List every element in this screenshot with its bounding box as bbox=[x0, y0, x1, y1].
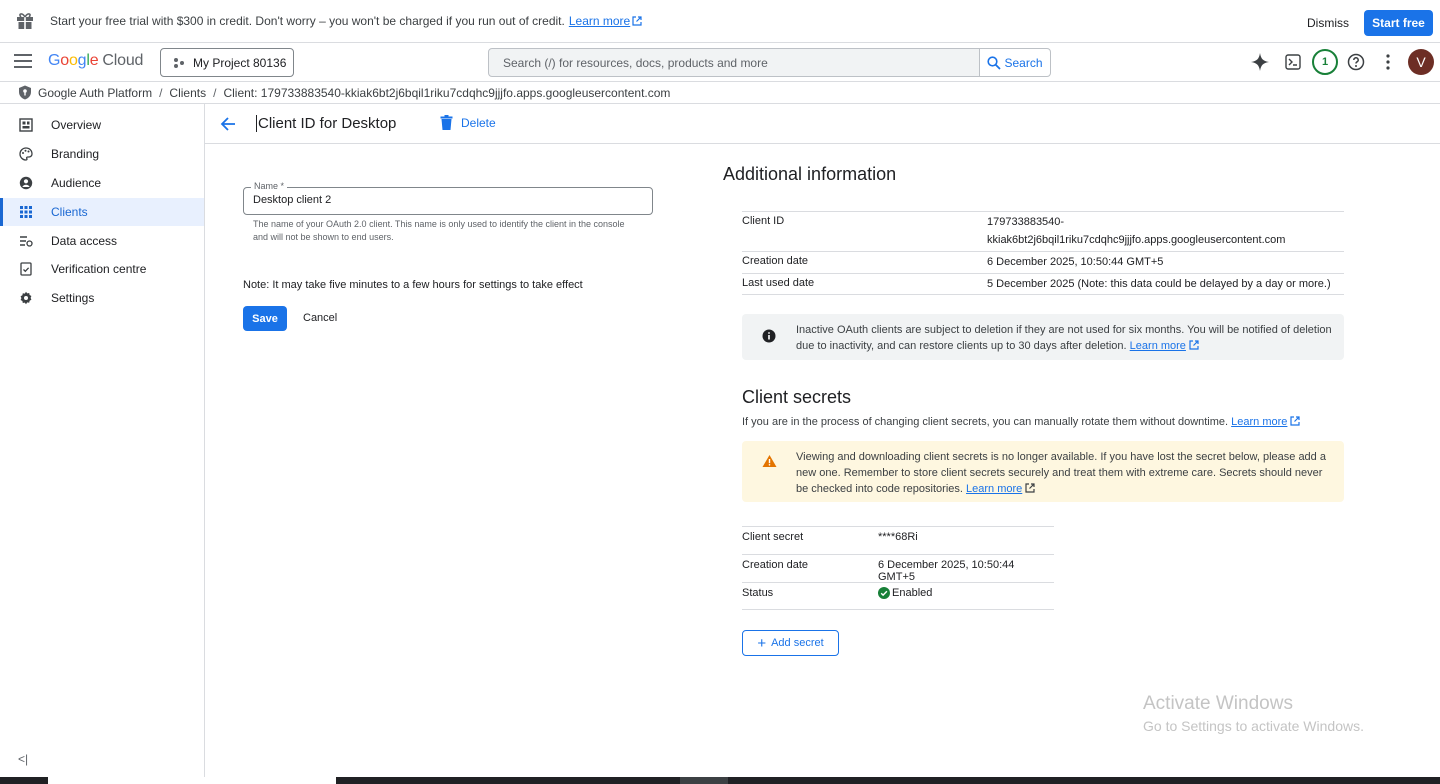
sidebar: Overview Branding Audience Clients Data … bbox=[0, 104, 205, 784]
name-field: Name * bbox=[243, 181, 653, 215]
last-used-date-value: 5 December 2025 (Note: this data could b… bbox=[987, 278, 1331, 290]
start-free-button[interactable]: Start free bbox=[1364, 10, 1433, 36]
additional-info-heading: Additional information bbox=[723, 164, 897, 184]
help-icon[interactable] bbox=[1345, 51, 1367, 73]
trash-icon bbox=[440, 115, 453, 130]
save-button[interactable]: Save bbox=[243, 306, 287, 331]
palette-icon bbox=[19, 147, 33, 161]
cloud-shell-icon[interactable] bbox=[1282, 51, 1304, 73]
client-secret-value: ****68Ri bbox=[878, 531, 918, 543]
avatar[interactable]: V bbox=[1408, 49, 1434, 75]
status-badge: Enabled bbox=[878, 587, 932, 599]
taskbar bbox=[0, 777, 1440, 784]
table-row: Client ID 179733883540- kkiak6bt2j6bqil1r… bbox=[742, 211, 1344, 251]
sidebar-item-verification-centre[interactable]: Verification centre bbox=[0, 255, 204, 283]
project-icon bbox=[174, 57, 184, 68]
collapse-sidebar-button[interactable]: <| bbox=[18, 752, 28, 766]
activate-windows-subtitle: Go to Settings to activate Windows. bbox=[1143, 718, 1364, 734]
table-row: Creation date 6 December 2025, 10:50:44 … bbox=[742, 251, 1344, 273]
project-name: My Project 80136 bbox=[193, 55, 287, 70]
grid-icon bbox=[20, 206, 32, 218]
secret-creation-date-label: Creation date bbox=[742, 559, 809, 571]
page-header: Client ID for Desktop Delete bbox=[205, 104, 1440, 144]
page-title: Client ID for Desktop bbox=[256, 115, 397, 132]
shield-icon bbox=[19, 85, 31, 100]
client-secrets-description: If you are in the process of changing cl… bbox=[742, 416, 1301, 428]
back-arrow-icon[interactable] bbox=[220, 116, 236, 132]
inactivity-info-banner: Inactive OAuth clients are subject to de… bbox=[742, 314, 1344, 360]
check-circle-icon bbox=[878, 587, 890, 599]
dismiss-button[interactable]: Dismiss bbox=[1297, 10, 1359, 35]
breadcrumb-separator: / bbox=[159, 85, 163, 100]
plus-icon: + bbox=[757, 634, 767, 652]
promo-banner: Start your free trial with $300 in credi… bbox=[0, 0, 1440, 43]
breadcrumb: Google Auth Platform / Clients / Client:… bbox=[0, 82, 1440, 104]
client-id-value: 179733883540- kkiak6bt2j6bqil1riku7cdqhc9… bbox=[987, 216, 1286, 246]
secrets-warning-banner: Viewing and downloading client secrets i… bbox=[742, 441, 1344, 502]
add-secret-button[interactable]: + Add secret bbox=[742, 630, 839, 656]
secrets-learn-more-link[interactable]: Learn more bbox=[1231, 416, 1287, 428]
external-link-icon bbox=[1290, 416, 1301, 426]
client-secrets-heading: Client secrets bbox=[742, 387, 852, 407]
secret-creation-date-value: 6 December 2025, 10:50:44 GMT+5 bbox=[878, 559, 1015, 583]
status-label: Status bbox=[742, 587, 774, 599]
info-learn-more-link[interactable]: Learn more bbox=[1130, 340, 1186, 352]
taskbar-search[interactable] bbox=[48, 777, 336, 784]
promo-learn-more-link[interactable]: Learn more bbox=[569, 14, 630, 28]
delete-button[interactable]: Delete bbox=[440, 115, 496, 130]
table-row: Creation date 6 December 2025, 10:50:44 … bbox=[742, 554, 1054, 583]
name-input[interactable] bbox=[253, 194, 643, 206]
gift-icon bbox=[17, 13, 33, 29]
menu-icon[interactable] bbox=[14, 54, 32, 68]
search-icon bbox=[987, 55, 1002, 70]
client-secret-label: Client secret bbox=[742, 531, 804, 543]
client-id-label: Client ID bbox=[742, 215, 785, 227]
external-link-icon bbox=[1025, 483, 1035, 493]
dashboard-icon bbox=[19, 118, 33, 132]
warning-learn-more-link[interactable]: Learn more bbox=[966, 483, 1022, 495]
activate-windows-title: Activate Windows bbox=[1143, 693, 1293, 714]
warning-icon bbox=[762, 455, 777, 467]
external-link-icon bbox=[1189, 340, 1199, 350]
person-icon bbox=[19, 176, 33, 190]
sidebar-item-overview[interactable]: Overview bbox=[0, 111, 204, 139]
sidebar-item-data-access[interactable]: Data access bbox=[0, 227, 204, 255]
additional-info-table: Client ID 179733883540- kkiak6bt2j6bqil1r… bbox=[742, 211, 1344, 295]
breadcrumb-separator: / bbox=[213, 85, 217, 100]
info-icon bbox=[762, 329, 776, 343]
more-vert-icon[interactable] bbox=[1377, 51, 1399, 73]
client-secret-table: Client secret ****68Ri Creation date 6 D… bbox=[742, 526, 1054, 610]
search-box bbox=[488, 48, 980, 77]
table-row: Client secret ****68Ri bbox=[742, 526, 1054, 554]
gear-icon bbox=[20, 291, 32, 305]
data-access-icon bbox=[20, 236, 33, 247]
creation-date-value: 6 December 2025, 10:50:44 GMT+5 bbox=[987, 256, 1164, 268]
google-cloud-logo[interactable]: Google Cloud bbox=[48, 52, 143, 70]
breadcrumb-item-client: Client: 179733883540-kkiak6bt2j6bqil1rik… bbox=[223, 85, 671, 100]
sidebar-item-settings[interactable]: Settings bbox=[0, 284, 204, 312]
verified-icon bbox=[20, 262, 32, 276]
sidebar-item-audience[interactable]: Audience bbox=[0, 169, 204, 197]
taskbar-app[interactable] bbox=[680, 777, 728, 784]
search-button[interactable]: Search bbox=[979, 48, 1051, 77]
notifications-badge[interactable]: 1 bbox=[1312, 49, 1338, 75]
sidebar-item-branding[interactable]: Branding bbox=[0, 140, 204, 168]
gemini-sparkle-icon[interactable] bbox=[1249, 51, 1271, 73]
top-navigation: GoogleCloud My Project 80136 Search 1 V bbox=[0, 43, 1440, 82]
cancel-button[interactable]: Cancel bbox=[303, 312, 337, 324]
name-field-label: Name * bbox=[251, 181, 288, 191]
promo-text: Start your free trial with $300 in credi… bbox=[50, 14, 642, 28]
external-link-icon bbox=[632, 16, 642, 26]
table-row: Last used date 5 December 2025 (Note: th… bbox=[742, 273, 1344, 295]
project-picker-button[interactable]: My Project 80136 bbox=[160, 48, 294, 77]
table-row: Status Enabled bbox=[742, 582, 1054, 610]
last-used-date-label: Last used date bbox=[742, 277, 815, 289]
sidebar-item-clients[interactable]: Clients bbox=[0, 198, 204, 226]
settings-note: Note: It may take five minutes to a few … bbox=[243, 279, 583, 291]
search-input[interactable] bbox=[503, 55, 963, 70]
name-helper-text: The name of your OAuth 2.0 client. This … bbox=[253, 219, 625, 242]
breadcrumb-item-auth-platform[interactable]: Google Auth Platform bbox=[38, 86, 152, 100]
creation-date-label: Creation date bbox=[742, 255, 809, 267]
breadcrumb-item-clients[interactable]: Clients bbox=[169, 86, 206, 100]
